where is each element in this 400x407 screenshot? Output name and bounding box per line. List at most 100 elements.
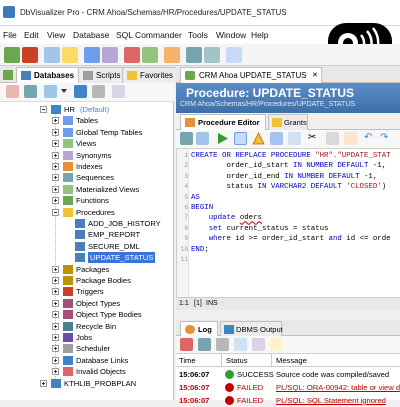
menu-tools[interactable]: Tools bbox=[188, 30, 208, 40]
expand-icon[interactable] bbox=[52, 163, 59, 170]
tree-node-procedures[interactable]: Procedures bbox=[0, 207, 173, 218]
tree-node-database-links[interactable]: Database Links bbox=[0, 355, 173, 366]
tree-node-scheduler[interactable]: Scheduler bbox=[0, 343, 173, 354]
stop-icon[interactable] bbox=[124, 47, 140, 63]
tree-node-schema[interactable]: KTHLIB_PROBPLAN bbox=[0, 378, 173, 389]
log-row[interactable]: 15:06:07 SUCCESS Source code was compiled/… bbox=[176, 368, 400, 381]
tree-node-procedure[interactable]: UPDATE_STATUS bbox=[0, 252, 173, 264]
window-icon[interactable] bbox=[226, 47, 242, 63]
export-icon[interactable] bbox=[186, 47, 202, 63]
log-message[interactable]: PL/SQL: ORA-00942: table or view does n bbox=[276, 381, 400, 394]
tree-node-synonyms[interactable]: Synonyms bbox=[0, 150, 173, 161]
cut-icon[interactable]: ✂ bbox=[308, 132, 321, 145]
tree-node-indexes[interactable]: Indexes bbox=[0, 161, 173, 172]
search-icon[interactable] bbox=[112, 85, 125, 98]
save-icon[interactable] bbox=[180, 132, 193, 145]
tree-node-object-types[interactable]: Object Types bbox=[0, 298, 173, 309]
menu-sql-commander[interactable]: SQL Commander bbox=[116, 30, 182, 40]
menu-edit[interactable]: Edit bbox=[24, 30, 39, 40]
tree-node-package-bodies[interactable]: Package Bodies bbox=[0, 275, 173, 286]
collapse-icon[interactable] bbox=[40, 106, 47, 113]
filter-icon[interactable] bbox=[44, 85, 57, 98]
disconnect-icon[interactable] bbox=[22, 47, 38, 63]
tab-databases[interactable]: Databases bbox=[16, 67, 80, 83]
tree-node-procedure[interactable]: ADD_JOB_HISTORY bbox=[0, 218, 173, 229]
collapse-icon[interactable] bbox=[52, 208, 59, 216]
expand-icon[interactable] bbox=[52, 140, 59, 148]
tree-node-triggers[interactable]: Triggers bbox=[0, 286, 173, 297]
tree-node-invalid-objects[interactable]: Invalid Objects bbox=[0, 366, 173, 377]
tab-favorites[interactable]: Favorites bbox=[122, 67, 178, 83]
tree-node-recycle-bin[interactable]: Recycle Bin bbox=[0, 321, 173, 332]
connect-icon[interactable] bbox=[4, 47, 20, 63]
code-text[interactable]: CREATE OR REPLACE PROCEDURE "HR"."UPDATE… bbox=[191, 151, 391, 255]
new-connection-icon[interactable] bbox=[44, 47, 60, 63]
panel-menu-icon[interactable] bbox=[3, 70, 13, 80]
tree-node-procedure[interactable]: EMP_REPORT bbox=[0, 229, 173, 240]
expand-icon[interactable] bbox=[52, 185, 59, 193]
refresh-tree-icon[interactable] bbox=[24, 85, 37, 98]
export-log-icon[interactable] bbox=[234, 338, 247, 351]
tree-node-packages[interactable]: Packages bbox=[0, 264, 173, 275]
log-row[interactable]: 15:06:07 FAILED PL/SQL: SQL Statement igno… bbox=[176, 394, 400, 407]
tab-grants[interactable]: Grants bbox=[268, 114, 308, 130]
col-message[interactable]: Message bbox=[272, 354, 400, 367]
col-time[interactable]: Time bbox=[176, 354, 222, 367]
tree-node-sequences[interactable]: Sequences bbox=[0, 172, 173, 183]
warning-icon[interactable] bbox=[252, 132, 265, 145]
tree-node-functions[interactable]: Functions bbox=[0, 195, 173, 206]
tree-node-procedure[interactable]: SECURE_DML bbox=[0, 241, 173, 252]
properties-icon[interactable] bbox=[92, 85, 105, 98]
settings-icon[interactable] bbox=[252, 338, 265, 351]
clear-log-icon[interactable] bbox=[180, 338, 193, 351]
export-icon[interactable] bbox=[196, 132, 209, 145]
refresh-icon[interactable] bbox=[142, 47, 158, 63]
menu-view[interactable]: View bbox=[47, 30, 65, 40]
close-tab-icon[interactable]: ✕ bbox=[312, 71, 318, 79]
filter-log-icon[interactable] bbox=[198, 338, 211, 351]
expand-icon[interactable] bbox=[52, 151, 59, 159]
expand-icon[interactable] bbox=[52, 174, 59, 182]
copy-icon[interactable] bbox=[326, 132, 339, 145]
expand-icon[interactable] bbox=[52, 128, 59, 136]
tree-node-object-type-bodies[interactable]: Object Type Bodies bbox=[0, 309, 173, 320]
tree-node-materialized-views[interactable]: Materialized Views bbox=[0, 184, 173, 195]
menu-database[interactable]: Database bbox=[73, 30, 109, 40]
tab-procedure-editor[interactable]: Procedure Editor bbox=[180, 114, 266, 130]
code-editor[interactable]: 1 2 3 4 5 6 7 8 9 10 11 CREATE OR REPLACE PROCEDUR… bbox=[176, 149, 400, 297]
save-icon[interactable] bbox=[84, 47, 100, 63]
expand-icon[interactable] bbox=[40, 379, 47, 387]
indent-icon[interactable] bbox=[288, 132, 301, 145]
filter-dropdown-icon[interactable] bbox=[60, 87, 68, 95]
paste-icon[interactable] bbox=[344, 132, 357, 145]
tree-node-tables[interactable]: Tables bbox=[0, 115, 173, 126]
tab-dbms-output[interactable]: DBMS Output bbox=[220, 321, 283, 336]
copy-log-icon[interactable] bbox=[216, 338, 229, 351]
menu-window[interactable]: Window bbox=[216, 30, 246, 40]
tab-scripts[interactable]: Scripts bbox=[78, 67, 126, 83]
database-connect-icon[interactable] bbox=[74, 85, 87, 98]
splitter[interactable] bbox=[176, 310, 400, 320]
tree-node-views[interactable]: Views bbox=[0, 138, 173, 149]
tree-node-jobs[interactable]: Jobs bbox=[0, 332, 173, 343]
expand-icon[interactable] bbox=[52, 277, 59, 284]
menu-file[interactable]: File bbox=[3, 30, 17, 40]
expand-icon[interactable] bbox=[52, 322, 59, 330]
log-message[interactable]: PL/SQL: SQL Statement ignored bbox=[276, 394, 386, 407]
collapse-icon[interactable] bbox=[6, 85, 19, 98]
format-icon[interactable] bbox=[270, 132, 283, 145]
redo-icon[interactable]: ↷ bbox=[380, 132, 393, 145]
undo-icon[interactable]: ↶ bbox=[364, 132, 377, 145]
expand-icon[interactable] bbox=[52, 197, 59, 205]
expand-icon[interactable] bbox=[52, 288, 59, 296]
properties-icon[interactable] bbox=[164, 47, 180, 63]
open-folder-icon[interactable] bbox=[62, 47, 78, 63]
pin-icon[interactable] bbox=[270, 338, 283, 351]
expand-icon[interactable] bbox=[52, 368, 59, 376]
log-row[interactable]: 15:06:07 FAILED PL/SQL: ORA-00942: table o… bbox=[176, 381, 400, 394]
expand-icon[interactable] bbox=[52, 299, 59, 307]
print-icon[interactable] bbox=[204, 47, 220, 63]
run-icon[interactable] bbox=[216, 132, 229, 145]
col-status[interactable]: Status bbox=[222, 354, 272, 367]
expand-icon[interactable] bbox=[52, 345, 59, 353]
